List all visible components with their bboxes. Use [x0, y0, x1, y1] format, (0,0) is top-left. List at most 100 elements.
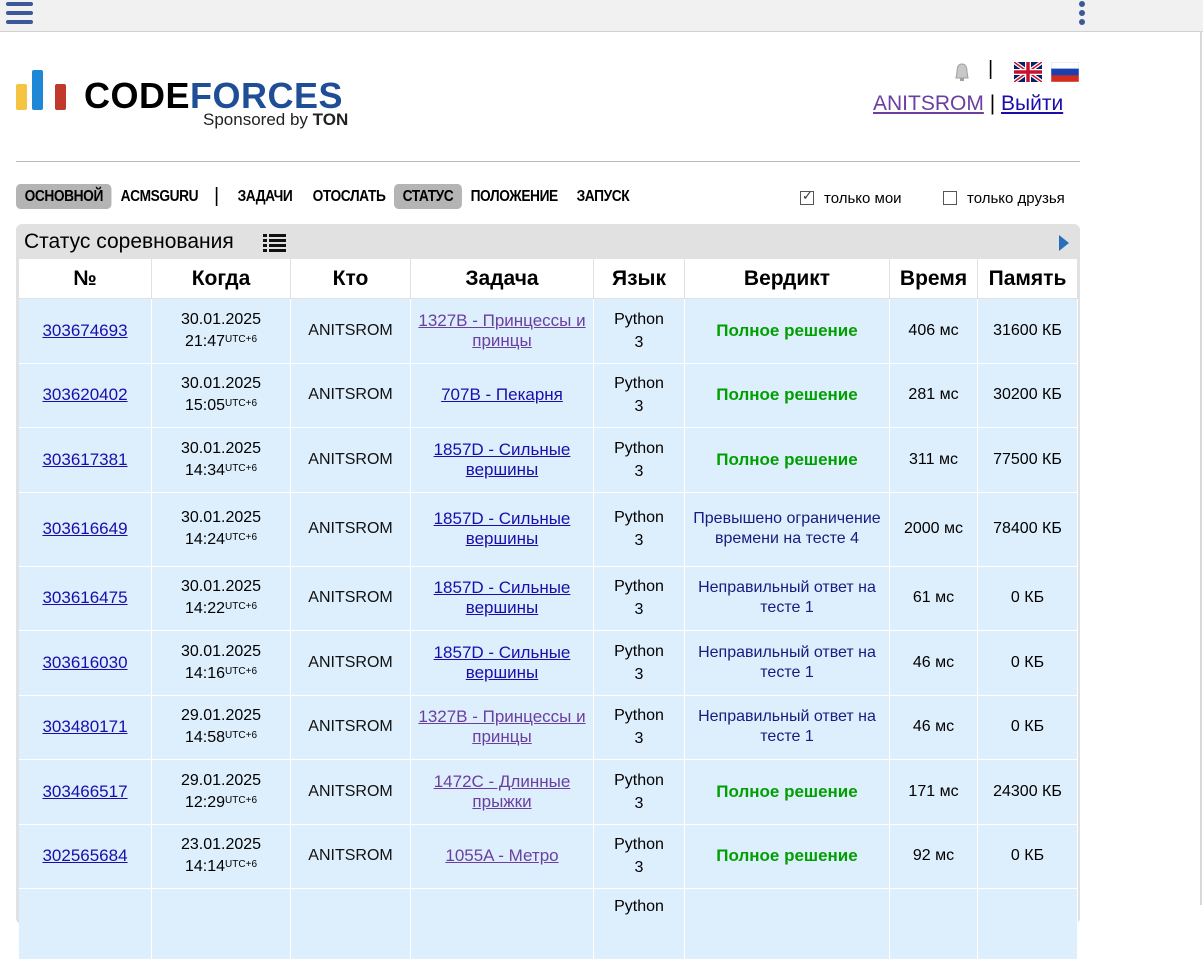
menu-item-problems[interactable]: ЗАДАЧИ: [229, 184, 301, 209]
profile-link[interactable]: ANITSROM: [873, 92, 984, 115]
submission-link[interactable]: 303617381: [42, 450, 127, 469]
submission-id-cell: 302565684: [19, 824, 152, 889]
lang-version: 3: [634, 462, 644, 480]
verdict-text[interactable]: Неправильный ответ на тесте 1: [698, 708, 876, 745]
col-header-memory: Память: [978, 259, 1078, 299]
lang-cell: Python 3: [594, 428, 685, 493]
memory-cell: 0 КБ: [978, 695, 1078, 760]
partial-cell: [978, 889, 1078, 960]
lang-version: 3: [634, 398, 644, 416]
problem-link[interactable]: 1857D - Сильные вершины: [434, 440, 571, 479]
problem-link[interactable]: 707B - Пекарня: [441, 385, 563, 404]
submission-link[interactable]: 302565684: [42, 846, 127, 865]
menu-icon[interactable]: [6, 2, 33, 24]
submit-date: 30.01.2025: [180, 439, 262, 457]
list-icon[interactable]: [263, 234, 286, 252]
memory-used: 24300 КБ: [993, 782, 1062, 800]
menu-item-status[interactable]: СТАТУС: [394, 184, 462, 209]
filter-only-friends[interactable]: только друзья: [943, 190, 1065, 208]
submit-time: 15:05: [185, 397, 226, 415]
verdict-text[interactable]: Полное решение: [716, 385, 857, 404]
when-cell: 30.01.2025 14:16UTC+6: [152, 631, 291, 696]
problem-link[interactable]: 1327B - Принцессы и принцы: [418, 707, 585, 746]
only-mine-checkbox[interactable]: ✓: [800, 188, 814, 205]
verdict-cell: Превышено ограничение времени на тесте 4: [685, 492, 890, 567]
author-cell: ANITSROM: [291, 363, 411, 428]
lang-name: Python: [614, 439, 664, 457]
run-time: 311 мс: [909, 450, 958, 468]
submission-id-cell: 303616030: [19, 631, 152, 696]
author-name: ANITSROM: [308, 520, 393, 537]
verdict-text[interactable]: Полное решение: [716, 846, 857, 865]
lang-cell: Python 3: [594, 760, 685, 825]
logout-link[interactable]: Выйти: [1001, 92, 1063, 115]
submit-date: 30.01.2025: [180, 375, 262, 393]
memory-cell: 78400 КБ: [978, 492, 1078, 567]
timezone-label: UTC+6: [225, 859, 257, 871]
problem-link[interactable]: 1857D - Сильные вершины: [434, 578, 571, 617]
menu-item-submit[interactable]: ОТОСЛАТЬ: [304, 184, 394, 209]
memory-used: 0 КБ: [1010, 653, 1045, 671]
more-vert-icon[interactable]: [1078, 1, 1086, 25]
menu-item-acmsguru[interactable]: ACMSGURU: [112, 184, 207, 209]
submit-date: 29.01.2025: [180, 771, 262, 789]
only-friends-checkbox[interactable]: [943, 191, 957, 205]
header-separator: |: [988, 58, 994, 80]
table-row: 302565684 23.01.2025 14:14UTC+6 ANITSROM 105…: [19, 824, 1078, 889]
memory-used: 78400 КБ: [993, 520, 1062, 537]
submission-link[interactable]: 303674693: [42, 321, 127, 340]
codeforces-logo[interactable]: CODEFORCES Sponsored by TON: [16, 68, 366, 132]
author-name: ANITSROM: [308, 718, 393, 736]
menu-item-standings[interactable]: ПОЛОЖЕНИЕ: [462, 184, 566, 209]
submission-id-cell: 303480171: [19, 695, 152, 760]
col-header-problem: Задача: [411, 259, 594, 299]
verdict-text[interactable]: Неправильный ответ на тесте 1: [698, 644, 876, 681]
filter-only-mine[interactable]: ✓ только мои: [800, 188, 902, 208]
submit-date: 23.01.2025: [180, 836, 262, 854]
submit-time: 14:16: [185, 664, 226, 682]
submission-link[interactable]: 303620402: [42, 385, 127, 404]
time-cell: 311 мс: [890, 428, 978, 493]
verdict-text[interactable]: Полное решение: [716, 450, 857, 469]
expand-arrow-icon[interactable]: [1059, 235, 1069, 251]
flag-ru-icon[interactable]: [1051, 62, 1079, 82]
submission-id-cell: 303616649: [19, 492, 152, 567]
author-name: ANITSROM: [308, 321, 393, 339]
problem-cell: 1472C - Длинные прыжки: [411, 760, 594, 825]
verdict-text[interactable]: Полное решение: [716, 782, 857, 801]
problem-link[interactable]: 1857D - Сильные вершины: [434, 643, 571, 682]
submission-link[interactable]: 303480171: [42, 717, 127, 736]
lang-cell: Python: [594, 889, 685, 960]
verdict-text[interactable]: Полное решение: [716, 321, 857, 340]
problem-link[interactable]: 1327B - Принцессы и принцы: [418, 311, 585, 350]
submission-link[interactable]: 303616475: [42, 588, 127, 607]
problem-link[interactable]: 1857D - Сильные вершины: [434, 509, 571, 548]
submission-link[interactable]: 303616030: [42, 653, 127, 672]
bell-icon[interactable]: [953, 63, 971, 82]
problem-link[interactable]: 1472C - Длинные прыжки: [434, 772, 571, 811]
partial-cell: [291, 889, 411, 960]
author-cell: ANITSROM: [291, 695, 411, 760]
status-table: № Когда Кто Задача Язык Вердикт Время Па…: [19, 259, 1078, 960]
when-cell: 30.01.2025 14:34UTC+6: [152, 428, 291, 493]
when-cell: 23.01.2025 14:14UTC+6: [152, 824, 291, 889]
lang-cell: Python 3: [594, 631, 685, 696]
run-time: 46 мс: [912, 653, 955, 671]
memory-used: 0 КБ: [1010, 847, 1045, 865]
partial-cell: [890, 889, 978, 960]
author-name: ANITSROM: [308, 589, 393, 607]
menu-item-custom-invocation[interactable]: ЗАПУСК: [568, 184, 638, 209]
author-cell: ANITSROM: [291, 760, 411, 825]
author-name: ANITSROM: [308, 782, 393, 800]
lang-name: Python: [614, 375, 664, 393]
submission-link[interactable]: 303616649: [42, 519, 127, 538]
flag-uk-icon[interactable]: [1014, 62, 1042, 82]
verdict-text[interactable]: Неправильный ответ на тесте 1: [698, 579, 876, 616]
problem-link[interactable]: 1055A - Метро: [445, 846, 558, 865]
menu-item-main[interactable]: ОСНОВНОЙ: [16, 184, 112, 209]
verdict-text[interactable]: Превышено ограничение времени на тесте 4: [693, 510, 880, 547]
author-cell: ANITSROM: [291, 492, 411, 567]
col-header-verdict: Вердикт: [685, 259, 890, 299]
problem-cell: 1327B - Принцессы и принцы: [411, 299, 594, 364]
submission-link[interactable]: 303466517: [42, 782, 127, 801]
